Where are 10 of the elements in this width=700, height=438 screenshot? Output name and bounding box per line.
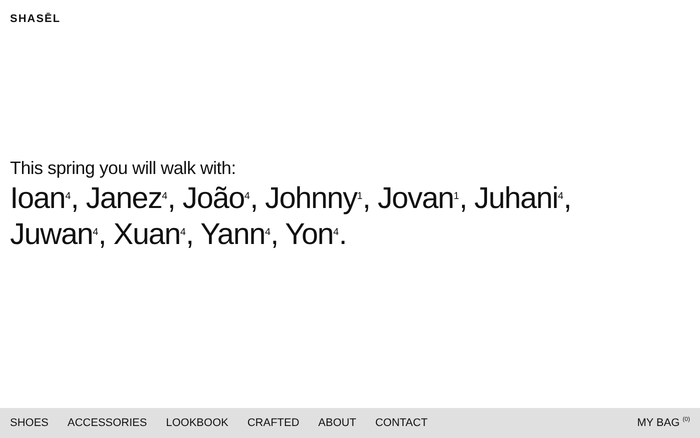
brand-logo[interactable]: SHASĒL [10, 13, 61, 25]
nav-link[interactable]: LOOKBOOK [166, 417, 228, 429]
nav-link[interactable]: CRAFTED [247, 417, 300, 429]
names-list: Ioan$^{4}$, Janez$^{4}$, João$^{4}$, Johnny$^{1}$, Jovan$^{1}$, Juhani$^{4}$, Juwan$^{4}$, Xuan$^{4}$, Yann$^{4}$, Yon$^{4}$. [10, 181, 630, 253]
nav-link[interactable]: ACCESSORIES [68, 417, 147, 429]
intro-text: This spring you will walk with: [10, 157, 237, 179]
nav-link[interactable]: ABOUT [318, 417, 356, 429]
nav-link[interactable]: CONTACT [375, 417, 428, 429]
bag-link[interactable]: MY BAG $^{(0)}$ [637, 417, 690, 429]
nav-link[interactable]: SHOES [10, 417, 49, 429]
